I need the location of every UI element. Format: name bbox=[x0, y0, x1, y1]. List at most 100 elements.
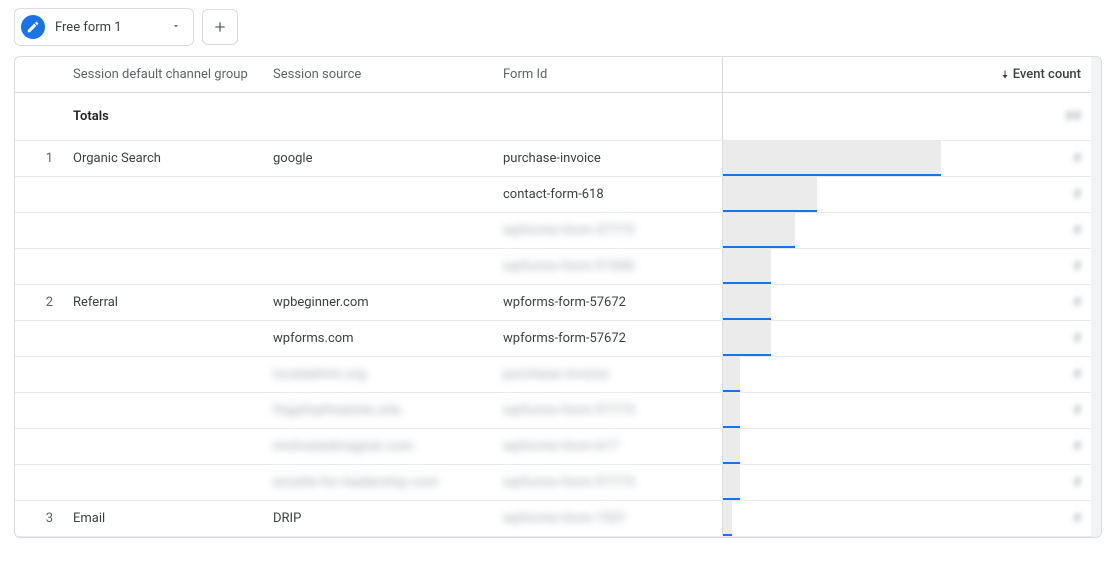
add-tab-button[interactable] bbox=[202, 9, 238, 45]
row-channel bbox=[63, 213, 263, 248]
row-bar bbox=[723, 249, 941, 284]
row-index bbox=[15, 465, 63, 500]
row-channel: Organic Search bbox=[63, 141, 263, 176]
row-index bbox=[15, 393, 63, 428]
table-body: 1Organic Searchgooglepurchase-invoice#co… bbox=[15, 141, 1091, 537]
report-frame: Session default channel group Session so… bbox=[14, 56, 1102, 538]
row-event-value: # bbox=[941, 321, 1091, 356]
row-index bbox=[15, 213, 63, 248]
row-event-value: # bbox=[941, 213, 1091, 248]
row-event-value: # bbox=[941, 177, 1091, 212]
table-row[interactable]: 1Organic Searchgooglepurchase-invoice # bbox=[15, 141, 1091, 177]
row-bar bbox=[723, 357, 941, 392]
row-source bbox=[263, 177, 493, 212]
totals-event-value: ## bbox=[941, 93, 1091, 140]
table-header-row: Session default channel group Session so… bbox=[15, 57, 1091, 93]
row-channel bbox=[63, 429, 263, 464]
row-channel bbox=[63, 465, 263, 500]
header-index bbox=[15, 57, 63, 92]
header-channel[interactable]: Session default channel group bbox=[63, 57, 263, 92]
row-form-id: contact-form-618 bbox=[493, 177, 723, 212]
row-source: excelle-for-leadership.com bbox=[263, 465, 493, 500]
row-source: DRIP bbox=[263, 501, 493, 536]
edit-icon bbox=[21, 15, 45, 39]
row-bar bbox=[723, 429, 941, 464]
row-index: 1 bbox=[15, 141, 63, 176]
table-row[interactable]: wpforms-form-57773 # bbox=[15, 213, 1091, 249]
totals-label: Totals bbox=[63, 93, 263, 140]
table-row[interactable]: wpforms.comwpforms-form-57672 # bbox=[15, 321, 1091, 357]
row-bar bbox=[723, 465, 941, 500]
row-form-id: wpforms-form-1531 bbox=[493, 501, 723, 536]
row-bar bbox=[723, 141, 941, 176]
row-bar bbox=[723, 177, 941, 212]
row-event-value: # bbox=[941, 285, 1091, 320]
row-index bbox=[15, 429, 63, 464]
row-bar bbox=[723, 213, 941, 248]
table-row[interactable]: motivatedmagnet.comwpforms-form-617 # bbox=[15, 429, 1091, 465]
row-event-value: # bbox=[941, 141, 1091, 176]
row-source: flagshipfinalsite.site bbox=[263, 393, 493, 428]
row-bar bbox=[723, 501, 941, 536]
row-channel bbox=[63, 321, 263, 356]
table-row[interactable]: contact-form-618 # bbox=[15, 177, 1091, 213]
row-event-value: # bbox=[941, 429, 1091, 464]
row-channel bbox=[63, 249, 263, 284]
totals-row: Totals ## bbox=[15, 93, 1091, 141]
row-bar bbox=[723, 285, 941, 320]
vertical-scrollbar[interactable] bbox=[1091, 57, 1101, 537]
sort-down-icon bbox=[999, 69, 1011, 81]
row-form-id: wpforms-form-51506 bbox=[493, 249, 723, 284]
row-event-value: # bbox=[941, 393, 1091, 428]
row-event-value: # bbox=[941, 357, 1091, 392]
chevron-down-icon[interactable] bbox=[171, 20, 181, 35]
row-event-value: # bbox=[941, 249, 1091, 284]
table-row[interactable]: flagshipfinalsite.sitewpforms-form-57773… bbox=[15, 393, 1091, 429]
row-index bbox=[15, 177, 63, 212]
tab-bar: Free form 1 bbox=[0, 0, 1116, 56]
row-form-id: wpforms-form-57672 bbox=[493, 321, 723, 356]
report-tab[interactable]: Free form 1 bbox=[14, 8, 194, 46]
header-form[interactable]: Form Id bbox=[493, 57, 723, 92]
table-row[interactable]: 3EmailDRIPwpforms-form-1531 # bbox=[15, 501, 1091, 537]
row-source: motivatedmagnet.com bbox=[263, 429, 493, 464]
row-source: localadmin.org bbox=[263, 357, 493, 392]
header-bar bbox=[723, 57, 941, 92]
data-table: Session default channel group Session so… bbox=[15, 57, 1091, 537]
table-row[interactable]: 2Referralwpbeginner.comwpforms-form-5767… bbox=[15, 285, 1091, 321]
table-row[interactable]: localadmin.orgpurchase-invoice # bbox=[15, 357, 1091, 393]
row-bar bbox=[723, 321, 941, 356]
row-form-id: purchase-invoice bbox=[493, 357, 723, 392]
row-event-value: # bbox=[941, 465, 1091, 500]
row-source: wpforms.com bbox=[263, 321, 493, 356]
table-row[interactable]: excelle-for-leadership.comwpforms-form-5… bbox=[15, 465, 1091, 501]
row-form-id: wpforms-form-57672 bbox=[493, 285, 723, 320]
row-source: wpbeginner.com bbox=[263, 285, 493, 320]
row-form-id: wpforms-form-57773 bbox=[493, 465, 723, 500]
row-index bbox=[15, 321, 63, 356]
row-channel bbox=[63, 393, 263, 428]
row-form-id: wpforms-form-57773 bbox=[493, 213, 723, 248]
row-source bbox=[263, 213, 493, 248]
row-form-id: wpforms-form-617 bbox=[493, 429, 723, 464]
table-row[interactable]: wpforms-form-51506 # bbox=[15, 249, 1091, 285]
row-channel: Email bbox=[63, 501, 263, 536]
row-channel bbox=[63, 357, 263, 392]
row-event-value: # bbox=[941, 501, 1091, 536]
row-index bbox=[15, 357, 63, 392]
totals-index bbox=[15, 93, 63, 140]
row-channel bbox=[63, 177, 263, 212]
row-index: 3 bbox=[15, 501, 63, 536]
row-source bbox=[263, 249, 493, 284]
row-form-id: purchase-invoice bbox=[493, 141, 723, 176]
header-source[interactable]: Session source bbox=[263, 57, 493, 92]
row-form-id: wpforms-form-57773 bbox=[493, 393, 723, 428]
row-index bbox=[15, 249, 63, 284]
report-tab-label: Free form 1 bbox=[55, 20, 161, 35]
header-event[interactable]: Event count bbox=[941, 57, 1091, 92]
row-source: google bbox=[263, 141, 493, 176]
row-bar bbox=[723, 393, 941, 428]
header-event-label: Event count bbox=[1013, 67, 1081, 82]
row-index: 2 bbox=[15, 285, 63, 320]
row-channel: Referral bbox=[63, 285, 263, 320]
